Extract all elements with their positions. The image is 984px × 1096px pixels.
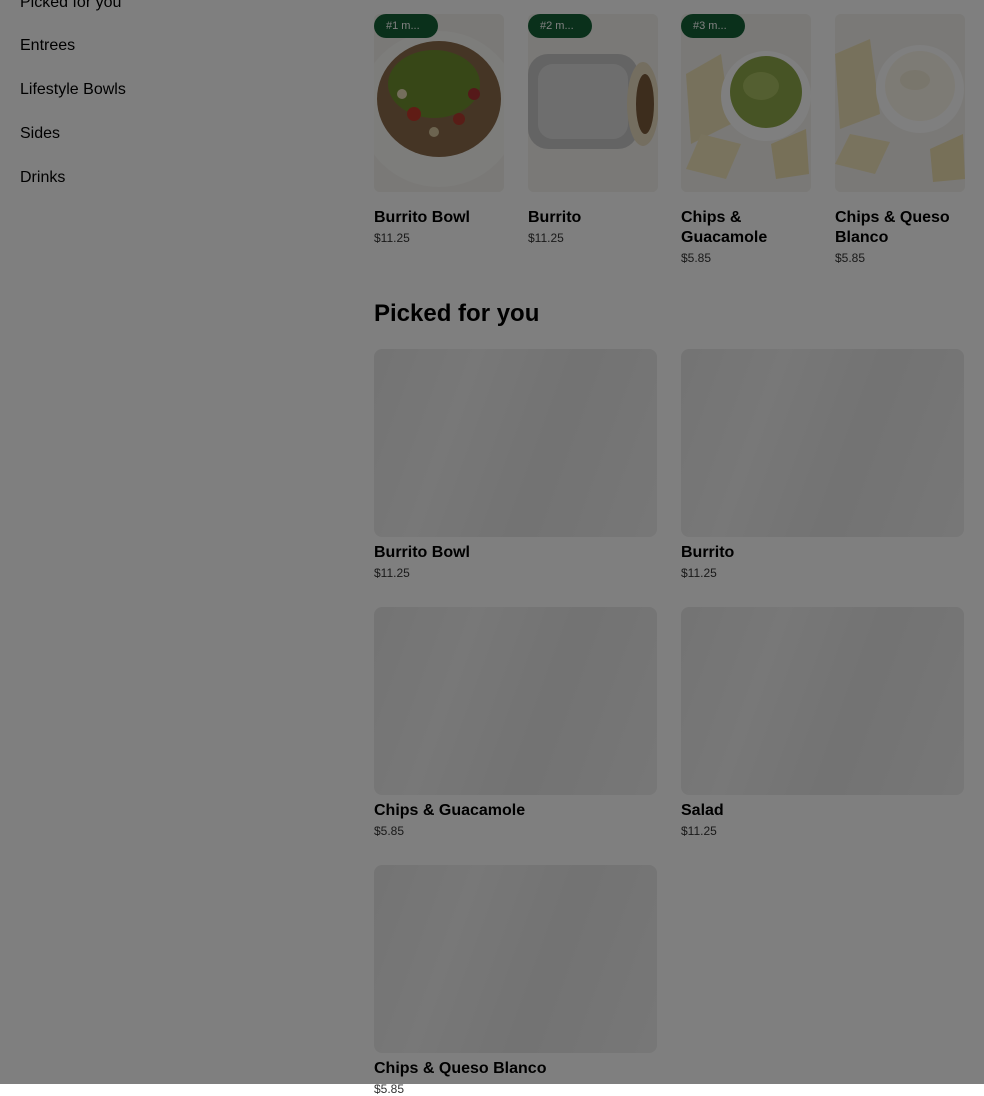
modal-backdrop[interactable] [0, 0, 984, 1084]
item-price: $5.85 [374, 1082, 405, 1096]
